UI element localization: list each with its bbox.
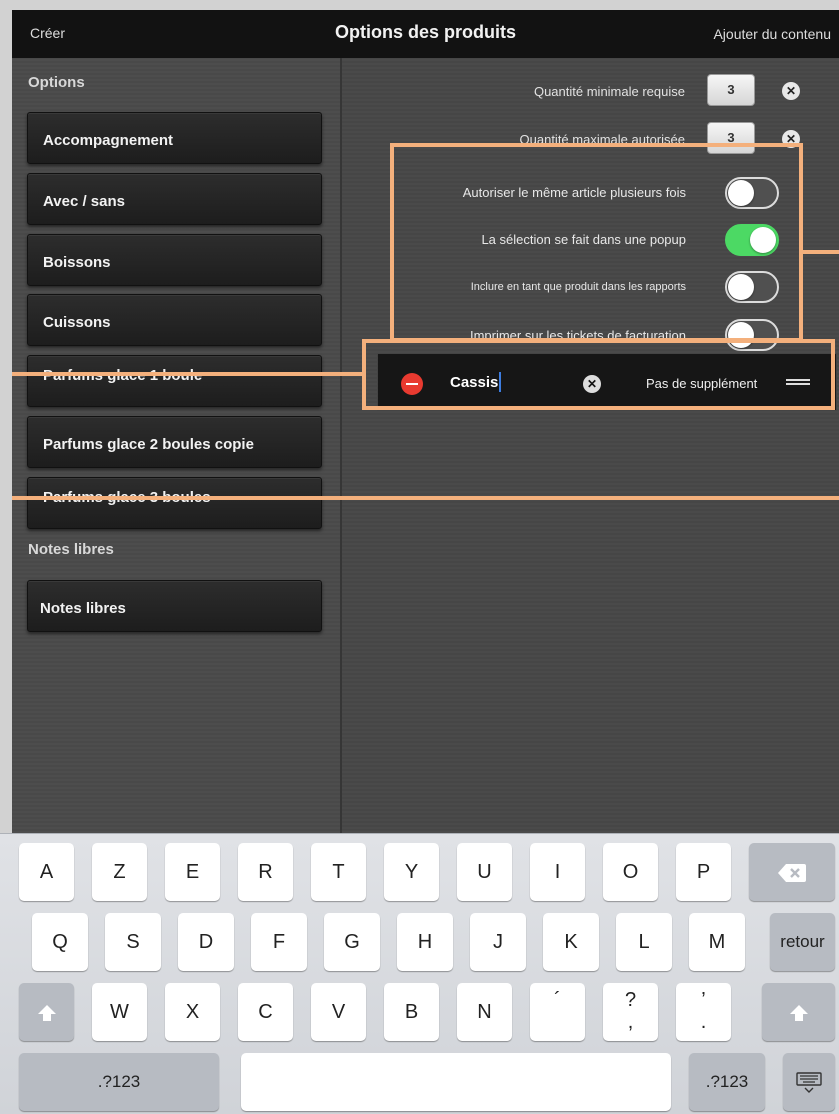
key-n[interactable]: N [457, 983, 512, 1041]
min-quantity-field[interactable]: 3 [707, 74, 755, 106]
shift-icon [789, 1004, 808, 1021]
onscreen-keyboard: A Z E R T Y U I O P Q S D F G H J K L M … [0, 833, 839, 1114]
option-parfums-1-boule[interactable]: Parfums glace 1 boule [27, 355, 322, 407]
option-parfums-2-boules[interactable]: Parfums glace 2 boules copie [27, 416, 322, 468]
key-s[interactable]: S [105, 913, 161, 971]
key-j[interactable]: J [470, 913, 526, 971]
options-sidebar: Options Accompagnement Avec / sans Boiss… [12, 58, 342, 833]
backspace-key[interactable] [749, 843, 835, 901]
annotation-line [803, 250, 839, 254]
key-u[interactable]: U [457, 843, 512, 901]
key-f[interactable]: F [251, 913, 307, 971]
key-q[interactable]: Q [32, 913, 88, 971]
key-accent[interactable]: ´ [530, 983, 585, 1041]
key-e[interactable]: E [165, 843, 220, 901]
key-l[interactable]: L [616, 913, 672, 971]
notes-header: Notes libres [28, 541, 114, 558]
key-question-comma[interactable]: ? , [603, 983, 658, 1041]
shift-key-left[interactable] [19, 983, 74, 1041]
key-m[interactable]: M [689, 913, 745, 971]
key-r[interactable]: R [238, 843, 293, 901]
key-x[interactable]: X [165, 983, 220, 1041]
key-apostrophe-period[interactable]: ’ . [676, 983, 731, 1041]
key-t[interactable]: T [311, 843, 366, 901]
shift-icon [37, 1004, 56, 1021]
option-parfums-3-boules[interactable]: Parfums glace 3 boules [27, 477, 322, 529]
top-bar: Créer Options des produits Ajouter du co… [12, 10, 839, 58]
numbers-key-right[interactable]: .?123 [689, 1053, 765, 1111]
key-b[interactable]: B [384, 983, 439, 1041]
key-k[interactable]: K [543, 913, 599, 971]
option-accompagnement[interactable]: Accompagnement [27, 112, 322, 164]
key-v[interactable]: V [311, 983, 366, 1041]
option-notes-libres[interactable]: Notes libres [27, 580, 322, 632]
key-p[interactable]: P [676, 843, 731, 901]
annotation-line [12, 372, 362, 376]
annotation-line [12, 496, 839, 500]
annotation-box-item [362, 339, 835, 410]
key-z[interactable]: Z [92, 843, 147, 901]
key-y[interactable]: Y [384, 843, 439, 901]
annotation-box-toggles [390, 143, 803, 342]
min-quantity-label: Quantité minimale requise [533, 84, 685, 99]
hide-keyboard-key[interactable] [783, 1053, 835, 1111]
options-header: Options [28, 74, 85, 91]
key-h[interactable]: H [397, 913, 453, 971]
key-d[interactable]: D [178, 913, 234, 971]
option-avec-sans[interactable]: Avec / sans [27, 173, 322, 225]
space-key[interactable] [241, 1053, 671, 1111]
key-i[interactable]: I [530, 843, 585, 901]
shift-key-right[interactable] [762, 983, 835, 1041]
clear-min-icon[interactable]: ✕ [782, 82, 800, 100]
option-cuissons[interactable]: Cuissons [27, 294, 322, 346]
key-g[interactable]: G [324, 913, 380, 971]
key-c[interactable]: C [238, 983, 293, 1041]
key-w[interactable]: W [92, 983, 147, 1041]
key-o[interactable]: O [603, 843, 658, 901]
return-key[interactable]: retour [770, 913, 835, 971]
backspace-icon [778, 863, 806, 882]
add-content-button[interactable]: Ajouter du contenu [713, 26, 831, 42]
keyboard-hide-icon [796, 1072, 822, 1093]
option-boissons[interactable]: Boissons [27, 234, 322, 286]
numbers-key-left[interactable]: .?123 [19, 1053, 219, 1111]
key-a[interactable]: A [19, 843, 74, 901]
